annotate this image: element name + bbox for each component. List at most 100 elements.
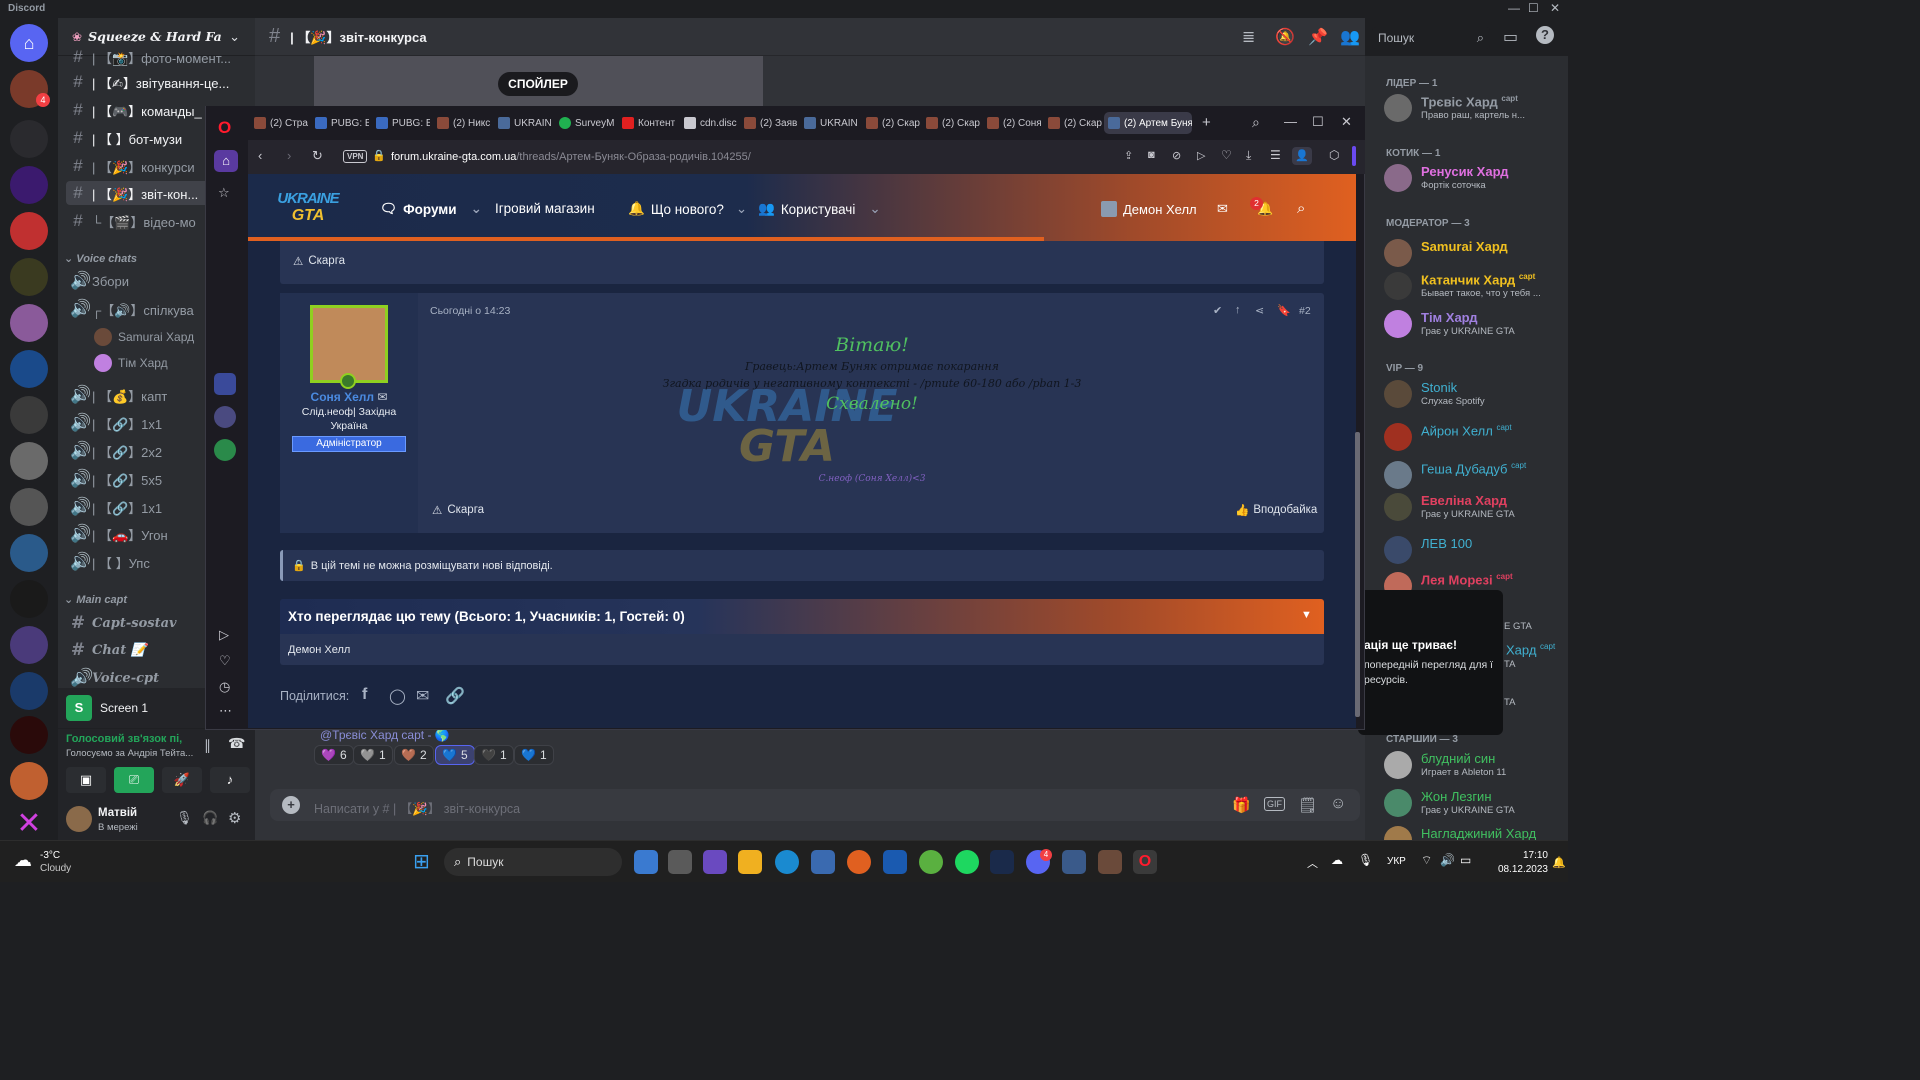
- opera-taskbar-icon[interactable]: O: [1133, 850, 1157, 874]
- reaction-selected[interactable]: 💙 5: [435, 745, 475, 765]
- input-language[interactable]: УКР: [1387, 856, 1406, 867]
- category-main-capt[interactable]: ⌄ Main capt: [64, 593, 127, 606]
- back-icon[interactable]: ‹: [258, 148, 262, 163]
- server-icon-7[interactable]: [10, 350, 48, 388]
- chevron-up-icon[interactable]: ︿: [1307, 855, 1318, 871]
- store-icon[interactable]: [811, 850, 835, 874]
- spoiler-label[interactable]: СПОЙЛЕР: [498, 72, 578, 96]
- threads-icon[interactable]: ≣: [1242, 27, 1255, 47]
- screen-share-button[interactable]: ⎚: [114, 767, 154, 793]
- post-timestamp[interactable]: Сьогодні о 14:23: [430, 305, 510, 317]
- profile-icon[interactable]: 👤: [1292, 147, 1312, 165]
- minimize-icon[interactable]: —: [1508, 1, 1520, 15]
- mic-icon[interactable]: 🎙: [176, 810, 193, 826]
- clock-time[interactable]: 17:10: [1508, 850, 1548, 861]
- battery-icon[interactable]: ▭: [1460, 853, 1471, 867]
- weather-cloud-icon[interactable]: ☁: [14, 850, 32, 871]
- author-avatar[interactable]: [310, 305, 388, 383]
- avatar[interactable]: [66, 806, 92, 832]
- whatsapp-icon[interactable]: ◯: [389, 687, 406, 705]
- arrow-up-icon[interactable]: ↑: [1235, 304, 1241, 316]
- add-attachment-icon[interactable]: +: [282, 796, 300, 814]
- play-icon[interactable]: ▷: [1197, 149, 1205, 162]
- discord-home-icon[interactable]: ⌂: [10, 24, 48, 62]
- minimize-icon[interactable]: —: [1284, 114, 1297, 129]
- bookmark-star-icon[interactable]: ☆: [218, 185, 230, 201]
- forward-icon[interactable]: ›: [287, 148, 291, 163]
- notification-bell-icon[interactable]: 🔔: [1552, 856, 1566, 869]
- send-icon[interactable]: ⇪: [1124, 149, 1133, 162]
- nav-whats-new[interactable]: 🔔 Що нового? ⌄: [628, 201, 747, 217]
- voice-status-title[interactable]: Голосовий зв'язок пі,: [66, 733, 196, 745]
- member-item[interactable]: Геша Дубадуб capt: [1384, 459, 1564, 493]
- server-icon-10[interactable]: [10, 488, 48, 526]
- soundboard-button[interactable]: ♪: [210, 767, 250, 793]
- forum-logo[interactable]: UKRAINE GTA: [272, 190, 344, 230]
- server-icon-3[interactable]: [10, 166, 48, 204]
- browser-tab[interactable]: PUBG: B: [311, 112, 369, 134]
- inbox-icon[interactable]: ▭: [1503, 27, 1518, 47]
- spotify-icon[interactable]: [955, 850, 979, 874]
- collapse-icon[interactable]: ▼: [1301, 609, 1312, 621]
- server-icon-6[interactable]: [10, 304, 48, 342]
- close-icon[interactable]: ✕: [1341, 114, 1352, 130]
- aria-icon[interactable]: [214, 373, 236, 395]
- nav-users[interactable]: 👥 Користувачі ⌄: [758, 201, 881, 217]
- member-item[interactable]: Айрон Хелл capt: [1384, 421, 1564, 455]
- browser-tab[interactable]: PUBG: B: [372, 112, 430, 134]
- member-item[interactable]: Катанчик Хард capt Бывает такое, что у те…: [1384, 270, 1564, 304]
- facebook-icon[interactable]: f: [362, 686, 367, 704]
- mute-icon[interactable]: 🔕: [1275, 27, 1295, 47]
- scrollbar[interactable]: [1355, 432, 1360, 717]
- link-icon[interactable]: 🔗: [445, 686, 465, 706]
- steam-icon[interactable]: [990, 850, 1014, 874]
- server-icon-12[interactable]: [10, 580, 48, 618]
- player-icon[interactable]: ▷: [219, 627, 229, 643]
- share-icon[interactable]: ⋖: [1255, 304, 1264, 317]
- reaction[interactable]: 💜 6: [314, 745, 354, 765]
- channel-item[interactable]: # | 【✍】звітування-це...: [70, 70, 250, 94]
- sidebar-toggle[interactable]: [1352, 146, 1356, 166]
- member-item[interactable]: блудний син Играет в Ableton 11: [1384, 749, 1564, 783]
- close-icon[interactable]: ✕: [1550, 1, 1560, 15]
- server-icon-17[interactable]: ✕: [10, 806, 48, 844]
- like-button[interactable]: 👍 Вподобайка: [1235, 503, 1317, 517]
- report-link[interactable]: ⚠ Скарга: [293, 254, 345, 268]
- browser-tab[interactable]: UKRAIN: [800, 112, 860, 134]
- whatsapp-icon[interactable]: [214, 439, 236, 461]
- mic-tray-icon[interactable]: 🎙: [1358, 853, 1373, 867]
- member-item[interactable]: Тім Хард Грає у UKRAINE GTA: [1384, 308, 1564, 342]
- messenger-icon[interactable]: [214, 406, 236, 428]
- server-icon-5[interactable]: [10, 258, 48, 296]
- email-icon[interactable]: ✉: [416, 686, 429, 706]
- browser-tab[interactable]: (2) Скар: [922, 112, 980, 134]
- history-icon[interactable]: ◷: [219, 679, 230, 695]
- forum-user-menu[interactable]: Демон Хелл: [1101, 201, 1197, 217]
- vpn-badge[interactable]: VPN: [343, 150, 368, 163]
- nav-forums[interactable]: 🗨 Форуми ⌄: [380, 201, 482, 217]
- gif-icon[interactable]: GIF: [1264, 797, 1285, 811]
- channel-item[interactable]: # | 【📸】фото-момент...: [70, 45, 250, 69]
- server-icon-14[interactable]: [10, 672, 48, 710]
- wifi-icon[interactable]: ⌔: [1421, 853, 1432, 868]
- browser-tab-active[interactable]: (2) Артем Буня: [1104, 112, 1192, 134]
- activity-button[interactable]: 🚀: [162, 767, 202, 793]
- reaction[interactable]: 🤎 2: [394, 745, 434, 765]
- maximize-icon[interactable]: ☐: [1312, 114, 1324, 130]
- new-tab-icon[interactable]: +: [1202, 114, 1211, 131]
- member-item[interactable]: ЛЕВ 100: [1384, 534, 1564, 568]
- clock-date[interactable]: 08.12.2023: [1488, 864, 1548, 875]
- browser-tab[interactable]: cdn.disc: [680, 112, 738, 134]
- bookmark-icon[interactable]: 🔖: [1277, 304, 1291, 317]
- taskbar-search[interactable]: ⌕ Пошук: [444, 848, 622, 876]
- member-item-partial[interactable]: Хард capt: [1506, 642, 1555, 657]
- lock-icon[interactable]: 🔒: [372, 149, 386, 162]
- home-icon[interactable]: ⌂: [214, 150, 238, 172]
- message-composer[interactable]: + Написати у # | 【🎉】 звіт-конкурса 🎁 GIF…: [270, 789, 1360, 821]
- search-icon[interactable]: ⌕: [1297, 200, 1305, 217]
- server-icon-16[interactable]: [10, 762, 48, 800]
- check-icon[interactable]: ✔: [1213, 304, 1222, 317]
- server-icon-4[interactable]: [10, 212, 48, 250]
- weather-temp[interactable]: -3°C: [40, 850, 60, 861]
- envelope-icon[interactable]: ✉: [1217, 201, 1228, 217]
